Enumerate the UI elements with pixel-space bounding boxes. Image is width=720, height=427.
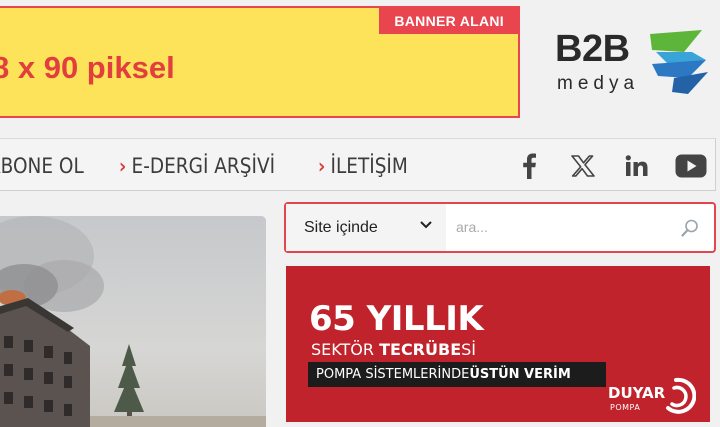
- ad-strip: POMPA SİSTEMLERİNDE ÜSTÜN VERİM: [308, 362, 606, 387]
- banner-size-text: 8 x 90 piksel: [0, 50, 175, 85]
- search-scope-select[interactable]: Site içinde: [286, 204, 446, 251]
- logo-brand: B2B: [555, 28, 630, 70]
- nav-item-iletisim[interactable]: › İLETİŞİM: [318, 154, 408, 178]
- main-nav: ABONE OL › E-DERGİ ARŞİVİ › İLETİŞİM: [0, 138, 716, 191]
- search-input[interactable]: [456, 214, 676, 240]
- chevron-down-icon: [420, 221, 432, 229]
- ad-headline: 65 YILLIK: [309, 299, 484, 339]
- linkedin-icon[interactable]: [621, 150, 653, 182]
- youtube-icon[interactable]: [675, 150, 707, 182]
- facebook-icon[interactable]: [513, 150, 545, 182]
- nav-item-label: ABONE OL: [0, 153, 84, 178]
- top-banner-ad[interactable]: 8 x 90 piksel BANNER ALANI: [0, 6, 520, 118]
- duyar-logo-icon: [666, 377, 696, 414]
- hero-photo: [0, 216, 266, 427]
- hero-news-image[interactable]: [0, 216, 266, 427]
- nav-item-abone-ol[interactable]: ABONE OL: [0, 154, 84, 178]
- nav-item-label: İLETİŞİM: [330, 153, 408, 178]
- chevron-right-icon: ›: [318, 153, 326, 178]
- search-icon[interactable]: [680, 218, 700, 238]
- x-icon[interactable]: [567, 150, 599, 182]
- nav-item-e-dergi-arsivi[interactable]: › E-DERGİ ARŞİVİ: [119, 154, 275, 178]
- logo-mark-icon: [650, 30, 708, 94]
- chevron-right-icon: ›: [118, 153, 127, 178]
- search-scope-value: Site içinde: [304, 218, 378, 236]
- ad-brand: DUYAR: [608, 384, 666, 402]
- site-search: Site içinde: [284, 202, 716, 253]
- ad-brand-sub: POMPA: [610, 403, 641, 412]
- banner-tag: BANNER ALANI: [379, 8, 518, 34]
- sidebar-ad-duyar[interactable]: 65 YILLIK SEKTÖR TECRÜBESİ POMPA SİSTEML…: [286, 266, 710, 422]
- logo-sub: medya: [557, 73, 640, 94]
- site-logo[interactable]: B2B medya: [553, 28, 715, 98]
- nav-item-label: E-DERGİ ARŞİVİ: [131, 153, 275, 178]
- ad-sector-line: SEKTÖR TECRÜBESİ: [311, 340, 476, 359]
